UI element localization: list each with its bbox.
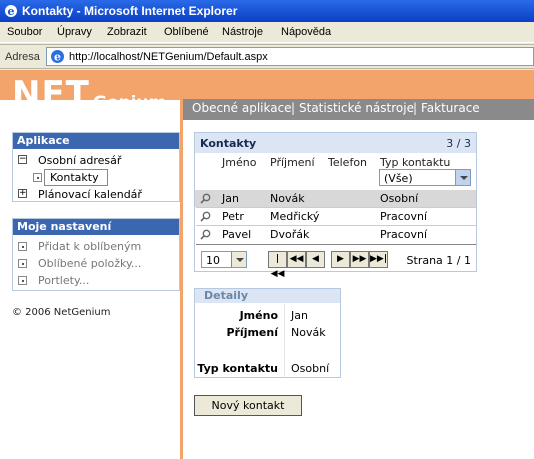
menu-oblibene[interactable]: Oblíbené xyxy=(164,26,209,38)
prev-page-button[interactable]: ◀ xyxy=(306,251,325,268)
tree-label: Osobní adresář xyxy=(38,154,122,167)
detail-column-divider xyxy=(284,304,285,378)
nav-separator: | xyxy=(291,101,296,115)
logo-genium: Genium xyxy=(93,93,167,113)
settings-panel: Moje nastavení Přidat k oblíbeným Oblíbe… xyxy=(12,218,180,291)
detail-label-prijmeni: Příjmení xyxy=(226,326,278,339)
tree-item-osobni-adresar[interactable]: − Osobní adresář xyxy=(13,152,179,169)
detail-label-jmeno: Jméno xyxy=(239,309,278,322)
page-icon: e xyxy=(51,50,64,64)
detail-value-jmeno: Jan xyxy=(291,309,308,322)
first-page-button[interactable]: |◀◀ xyxy=(268,251,287,279)
top-nav: Obecné aplikace | Statistické nástroje |… xyxy=(180,99,534,120)
table-row[interactable]: Jan Novák Osobní xyxy=(195,190,476,207)
col-typ-kontaktu[interactable]: Typ kontaktu xyxy=(380,156,450,169)
type-filter-value: (Vše) xyxy=(384,172,413,185)
address-input[interactable]: e http://localhost/NETGenium/Default.asp… xyxy=(46,47,534,66)
address-bar: Adresa e http://localhost/NETGenium/Defa… xyxy=(0,44,534,69)
cell-typ: Pracovní xyxy=(380,228,428,241)
chevron-down-icon[interactable] xyxy=(455,170,470,185)
page-content: NET Genium Obecné aplikace | Statistické… xyxy=(0,70,534,459)
contacts-grid: Kontakty 3 / 3 Jméno Příjmení Telefon Ty… xyxy=(194,132,477,279)
window-titlebar: e Kontakty - Microsoft Internet Explorer xyxy=(0,0,534,22)
tree-label: Kontakty xyxy=(50,171,99,184)
settings-label: Oblíbené položky... xyxy=(38,257,142,270)
address-label: Adresa xyxy=(5,51,40,63)
content-divider xyxy=(180,120,183,459)
site-header: NET xyxy=(0,70,534,114)
type-filter-select[interactable]: (Vše) xyxy=(379,169,471,186)
nav-obecne-aplikace[interactable]: Obecné aplikace xyxy=(192,101,292,115)
grid-count: 3 / 3 xyxy=(446,137,471,150)
bullet-icon xyxy=(18,276,27,285)
cell-typ: Pracovní xyxy=(380,210,428,223)
page-size-value: 10 xyxy=(206,254,220,267)
menu-bar: Soubor Úpravy Zobrazit Oblíbené Nástroje… xyxy=(0,22,534,43)
pager: 10 |◀◀ ◀◀ ◀ ▶ ▶▶ ▶▶| Strana 1 / 1 xyxy=(195,248,476,279)
cell-jmeno: Petr xyxy=(222,210,244,223)
fast-next-button[interactable]: ▶▶ xyxy=(350,251,369,268)
logo-net: NET xyxy=(12,74,90,114)
collapse-icon[interactable]: − xyxy=(18,155,27,164)
settings-item-portlety[interactable]: Portlety... xyxy=(13,272,179,289)
detail-panel: Detaily Jméno Jan Příjmení Novák Typ kon… xyxy=(194,288,341,378)
cell-jmeno: Jan xyxy=(222,192,239,205)
grid-header: Kontakty 3 / 3 xyxy=(195,133,476,153)
magnifier-icon[interactable] xyxy=(200,229,211,240)
cell-prijmeni: Dvořák xyxy=(270,228,310,241)
settings-item-pridat[interactable]: Přidat k oblíbeným xyxy=(13,238,179,255)
copyright: © 2006 NetGenium xyxy=(12,307,111,318)
tree-label: Plánovací kalendář xyxy=(38,188,142,201)
chevron-down-icon[interactable] xyxy=(231,252,246,267)
apps-panel: Aplikace − Osobní adresář Kontakty + Plá… xyxy=(12,132,180,202)
pager-divider xyxy=(196,244,476,245)
table-row[interactable]: Pavel Dvořák Pracovní xyxy=(195,226,476,243)
expand-icon[interactable]: + xyxy=(18,189,27,198)
tree-item-planovaci-kalendar[interactable]: + Plánovací kalendář xyxy=(13,186,179,203)
menu-upravy[interactable]: Úpravy xyxy=(57,26,92,38)
page-size-select[interactable]: 10 xyxy=(201,251,247,268)
col-jmeno[interactable]: Jméno xyxy=(222,156,256,169)
table-row[interactable]: Petr Medřický Pracovní xyxy=(195,208,476,225)
menu-zobrazit[interactable]: Zobrazit xyxy=(107,26,147,38)
cell-prijmeni: Medřický xyxy=(270,210,320,223)
cell-typ: Osobní xyxy=(380,192,419,205)
nav-separator: | xyxy=(413,101,418,115)
detail-value-prijmeni: Novák xyxy=(291,326,326,339)
cell-jmeno: Pavel xyxy=(222,228,252,241)
magnifier-icon[interactable] xyxy=(200,211,211,222)
settings-panel-title: Moje nastavení xyxy=(13,219,179,235)
svg-text:e: e xyxy=(8,5,15,18)
tree-item-kontakty[interactable]: Kontakty xyxy=(13,169,179,186)
detail-value-typ: Osobní xyxy=(291,362,330,375)
new-contact-button[interactable]: Nový kontakt xyxy=(194,395,302,416)
svg-text:e: e xyxy=(54,51,61,64)
col-prijmeni[interactable]: Příjmení xyxy=(270,156,315,169)
bullet-icon xyxy=(18,242,27,251)
settings-label: Portlety... xyxy=(38,274,90,287)
settings-label: Přidat k oblíbeným xyxy=(38,240,142,253)
grid-title: Kontakty xyxy=(200,137,257,150)
nav-statisticke-nastroje[interactable]: Statistické nástroje xyxy=(299,101,414,115)
apps-panel-title: Aplikace xyxy=(13,133,179,149)
bullet-icon xyxy=(18,259,27,268)
menu-nastroje[interactable]: Nástroje xyxy=(222,26,263,38)
page-info: Strana 1 / 1 xyxy=(406,254,471,267)
detail-title: Detaily xyxy=(195,289,340,303)
address-url: http://localhost/NETGenium/Default.aspx xyxy=(69,51,268,63)
cell-prijmeni: Novák xyxy=(270,192,305,205)
ie-icon: e xyxy=(5,5,17,18)
magnifier-icon[interactable] xyxy=(200,193,211,204)
settings-item-oblibene[interactable]: Oblíbené položky... xyxy=(13,255,179,272)
menu-napoveda[interactable]: Nápověda xyxy=(281,26,331,38)
col-telefon[interactable]: Telefon xyxy=(328,156,367,169)
bullet-icon xyxy=(33,173,42,182)
nav-fakturace[interactable]: Fakturace xyxy=(421,101,480,115)
next-page-button[interactable]: ▶ xyxy=(331,251,350,268)
last-page-button[interactable]: ▶▶| xyxy=(369,251,388,268)
fast-prev-button[interactable]: ◀◀ xyxy=(287,251,306,268)
window-title: Kontakty - Microsoft Internet Explorer xyxy=(22,4,238,18)
menu-soubor[interactable]: Soubor xyxy=(7,26,42,38)
detail-label-typ: Typ kontaktu xyxy=(197,362,278,375)
